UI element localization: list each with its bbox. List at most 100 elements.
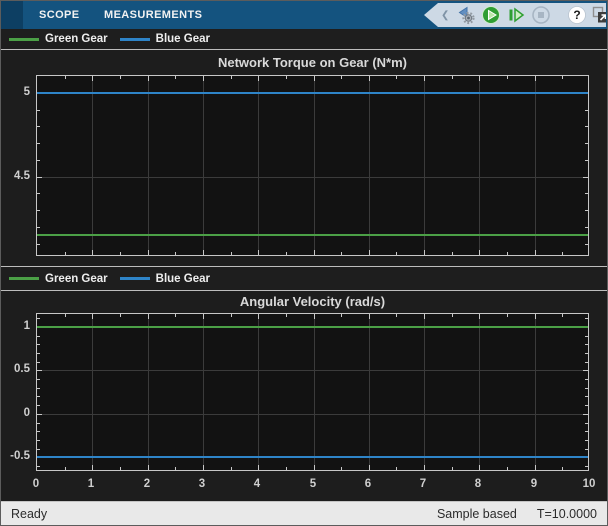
gridline <box>37 177 588 178</box>
x-tick <box>258 314 259 319</box>
y-tick <box>37 353 40 354</box>
x-tick <box>507 314 508 317</box>
tab-measurements[interactable]: MEASUREMENTS <box>104 1 202 29</box>
x-tick <box>148 314 149 319</box>
x-tick <box>203 250 204 255</box>
dock-button[interactable] <box>592 4 608 26</box>
legend-label-green-gear: Green Gear <box>45 273 108 285</box>
step-back-icon <box>456 5 476 25</box>
x-tick <box>369 250 370 255</box>
y-tick <box>585 160 588 161</box>
x-tick <box>148 250 149 255</box>
y-tick <box>37 244 40 245</box>
y-tick-label: 0.5 <box>2 362 30 376</box>
x-tick <box>562 314 563 317</box>
x-tick <box>479 76 480 81</box>
plot-title: Network Torque on Gear (N*m) <box>36 55 589 70</box>
collapse-chevron-icon[interactable]: ❮ <box>441 10 449 21</box>
x-tick-label: 7 <box>408 477 438 491</box>
x-tick <box>175 76 176 79</box>
gridline <box>535 76 536 255</box>
legend-label-blue-gear: Blue Gear <box>156 273 210 285</box>
y-tick <box>37 227 40 228</box>
tab-scope[interactable]: SCOPE <box>39 1 80 29</box>
y-tick <box>585 396 588 397</box>
run-button[interactable] <box>481 4 501 26</box>
y-tick <box>37 423 40 424</box>
x-tick <box>203 465 204 470</box>
status-sim-time: T=10.0000 <box>537 507 597 521</box>
y-tick <box>585 193 588 194</box>
y-tick-label: -0.5 <box>2 449 30 463</box>
gridline <box>258 76 259 255</box>
legend-display-2: Green Gear Blue Gear <box>1 266 607 291</box>
y-tick <box>585 449 588 450</box>
x-tick <box>175 314 176 317</box>
series-line-green-gear <box>37 234 588 236</box>
x-tick <box>424 314 425 319</box>
x-tick <box>203 76 204 81</box>
plot-area[interactable] <box>36 313 589 471</box>
stop-button[interactable] <box>531 4 551 26</box>
x-tick <box>369 314 370 319</box>
legend-display-1: Green Gear Blue Gear <box>1 29 607 50</box>
x-tick <box>314 465 315 470</box>
y-tick <box>585 379 588 380</box>
y-tick <box>585 388 588 389</box>
status-sample-mode: Sample based <box>437 507 517 521</box>
plot-area[interactable] <box>36 75 589 256</box>
y-tick <box>37 370 42 371</box>
legend-item-blue-gear[interactable]: Blue Gear <box>120 33 210 45</box>
help-button[interactable]: ? <box>567 4 587 26</box>
dock-icon <box>592 6 608 24</box>
x-tick <box>535 465 536 470</box>
y-tick <box>37 449 40 450</box>
step-forward-icon <box>506 5 526 25</box>
y-tick <box>37 344 40 345</box>
y-tick <box>37 414 42 415</box>
x-tick <box>286 252 287 255</box>
x-tick <box>120 76 121 79</box>
y-tick <box>37 126 40 127</box>
x-tick <box>562 467 563 470</box>
svg-text:?: ? <box>574 8 581 22</box>
x-tick <box>231 252 232 255</box>
x-tick <box>452 314 453 317</box>
x-tick <box>396 314 397 317</box>
x-tick <box>314 314 315 319</box>
display-angular-velocity[interactable]: Angular Velocity (rad/s)10.50-0.50123456… <box>1 291 607 503</box>
x-tick <box>286 314 287 317</box>
y-tick <box>585 344 588 345</box>
x-tick <box>369 465 370 470</box>
y-tick <box>37 318 40 319</box>
x-tick <box>341 76 342 79</box>
y-tick <box>37 440 40 441</box>
gridline <box>148 76 149 255</box>
display-torque[interactable]: Network Torque on Gear (N*m)54.5 <box>1 50 607 266</box>
legend-item-blue-gear[interactable]: Blue Gear <box>120 273 210 285</box>
x-tick <box>396 76 397 79</box>
y-tick <box>583 177 588 178</box>
step-forward-button[interactable] <box>506 4 526 26</box>
x-tick-label: 5 <box>298 477 328 491</box>
x-tick <box>424 76 425 81</box>
x-tick <box>148 76 149 81</box>
step-back-button[interactable] <box>456 4 476 26</box>
legend-item-green-gear[interactable]: Green Gear <box>9 273 108 285</box>
series-line-green-gear <box>37 326 588 328</box>
x-tick <box>479 250 480 255</box>
x-tick <box>314 250 315 255</box>
y-tick <box>37 362 40 363</box>
y-tick <box>37 143 40 144</box>
y-tick <box>37 396 40 397</box>
app-corner-button[interactable] <box>1 1 23 29</box>
y-tick <box>37 210 40 211</box>
y-tick <box>37 431 40 432</box>
y-tick <box>583 370 588 371</box>
x-tick <box>175 467 176 470</box>
gridline <box>479 314 480 470</box>
legend-item-green-gear[interactable]: Green Gear <box>9 33 108 45</box>
y-tick <box>585 423 588 424</box>
x-tick-label: 8 <box>463 477 493 491</box>
x-tick-label: 3 <box>187 477 217 491</box>
